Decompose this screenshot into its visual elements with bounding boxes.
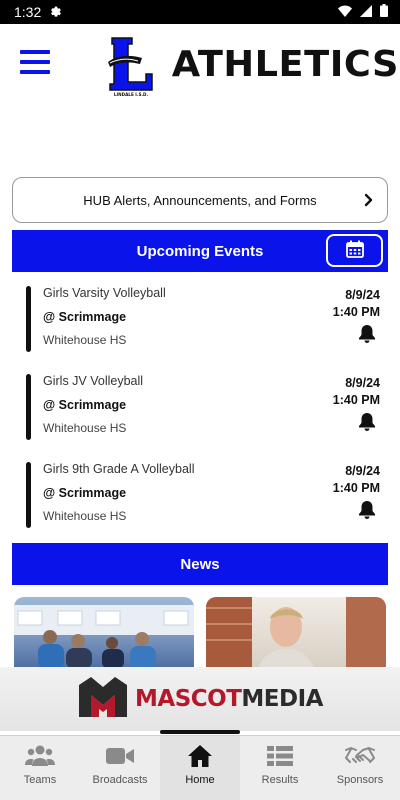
event-item[interactable]: Girls JV Volleyball @ Scrimmage Whitehou… bbox=[26, 374, 382, 442]
event-location: Whitehouse HS bbox=[43, 421, 127, 435]
event-type: @ Scrimmage bbox=[43, 310, 127, 324]
event-time: 1:40 PM bbox=[332, 305, 380, 319]
signal-icon bbox=[360, 4, 372, 20]
event-name: Girls JV Volleyball bbox=[43, 374, 144, 388]
news-header: News bbox=[12, 543, 388, 585]
upcoming-events-header: Upcoming Events bbox=[12, 230, 388, 272]
status-bar: 1:32 bbox=[0, 0, 400, 24]
event-item[interactable]: Girls 9th Grade A Volleyball @ Scrimmage… bbox=[26, 462, 382, 530]
nav-sponsors[interactable]: Sponsors bbox=[320, 736, 400, 800]
upcoming-events-title: Upcoming Events bbox=[136, 242, 264, 260]
settings-gear-icon bbox=[49, 5, 63, 19]
event-date: 8/9/24 bbox=[345, 376, 380, 390]
event-divider bbox=[26, 374, 31, 440]
news-card-image[interactable] bbox=[14, 597, 194, 669]
results-list-icon bbox=[265, 743, 295, 769]
home-icon bbox=[185, 743, 215, 769]
bell-notification-icon[interactable] bbox=[358, 324, 376, 343]
app-header: LINDALE I.S.D. ATHLETICS bbox=[0, 24, 400, 104]
event-location: Whitehouse HS bbox=[43, 509, 127, 523]
event-date: 8/9/24 bbox=[345, 464, 380, 478]
event-type: @ Scrimmage bbox=[43, 486, 127, 500]
event-time: 1:40 PM bbox=[332, 481, 380, 495]
event-name: Girls Varsity Volleyball bbox=[43, 286, 166, 300]
event-location: Whitehouse HS bbox=[43, 333, 127, 347]
lindale-logo: LINDALE I.S.D. bbox=[106, 36, 156, 98]
news-card-image[interactable] bbox=[206, 597, 386, 669]
video-camera-icon bbox=[105, 743, 135, 769]
news-title: News bbox=[180, 555, 220, 573]
nav-home[interactable]: Home bbox=[160, 736, 240, 800]
teams-icon bbox=[25, 743, 55, 769]
status-time: 1:32 bbox=[14, 4, 42, 20]
nav-teams[interactable]: Teams bbox=[0, 736, 80, 800]
handshake-icon bbox=[345, 743, 375, 769]
sponsor-name: MASCOTMEDIA bbox=[135, 686, 323, 712]
mascot-media-logo-icon bbox=[77, 675, 129, 724]
event-time: 1:40 PM bbox=[332, 393, 380, 407]
bottom-navigation: Teams Broadcasts Home Results Sponsors bbox=[0, 735, 400, 800]
hub-alerts-label: HUB Alerts, Announcements, and Forms bbox=[83, 192, 317, 208]
battery-icon bbox=[380, 4, 388, 20]
nav-label: Broadcasts bbox=[92, 774, 148, 786]
event-name: Girls 9th Grade A Volleyball bbox=[43, 462, 195, 476]
scroll-indicator bbox=[160, 730, 240, 734]
nav-label: Sponsors bbox=[336, 774, 384, 786]
nav-results[interactable]: Results bbox=[240, 736, 320, 800]
chevron-right-icon bbox=[363, 191, 375, 209]
calendar-button[interactable] bbox=[326, 234, 383, 267]
event-date: 8/9/24 bbox=[345, 288, 380, 302]
svg-text:LINDALE I.S.D.: LINDALE I.S.D. bbox=[114, 92, 149, 97]
nav-label: Home bbox=[185, 774, 215, 786]
nav-label: Results bbox=[261, 774, 299, 786]
hub-alerts-button[interactable]: HUB Alerts, Announcements, and Forms bbox=[12, 177, 388, 223]
sponsor-banner[interactable]: MASCOTMEDIA bbox=[0, 667, 400, 731]
nav-label: Teams bbox=[23, 774, 57, 786]
event-divider bbox=[26, 462, 31, 528]
page-title: ATHLETICS bbox=[171, 44, 399, 85]
nav-broadcasts[interactable]: Broadcasts bbox=[80, 736, 160, 800]
bell-notification-icon[interactable] bbox=[358, 412, 376, 431]
event-item[interactable]: Girls Varsity Volleyball @ Scrimmage Whi… bbox=[26, 286, 382, 354]
bell-notification-icon[interactable] bbox=[358, 500, 376, 519]
calendar-icon bbox=[345, 240, 364, 262]
event-type: @ Scrimmage bbox=[43, 398, 127, 412]
menu-hamburger-icon[interactable] bbox=[20, 50, 50, 74]
wifi-icon bbox=[338, 4, 352, 20]
event-divider bbox=[26, 286, 31, 352]
